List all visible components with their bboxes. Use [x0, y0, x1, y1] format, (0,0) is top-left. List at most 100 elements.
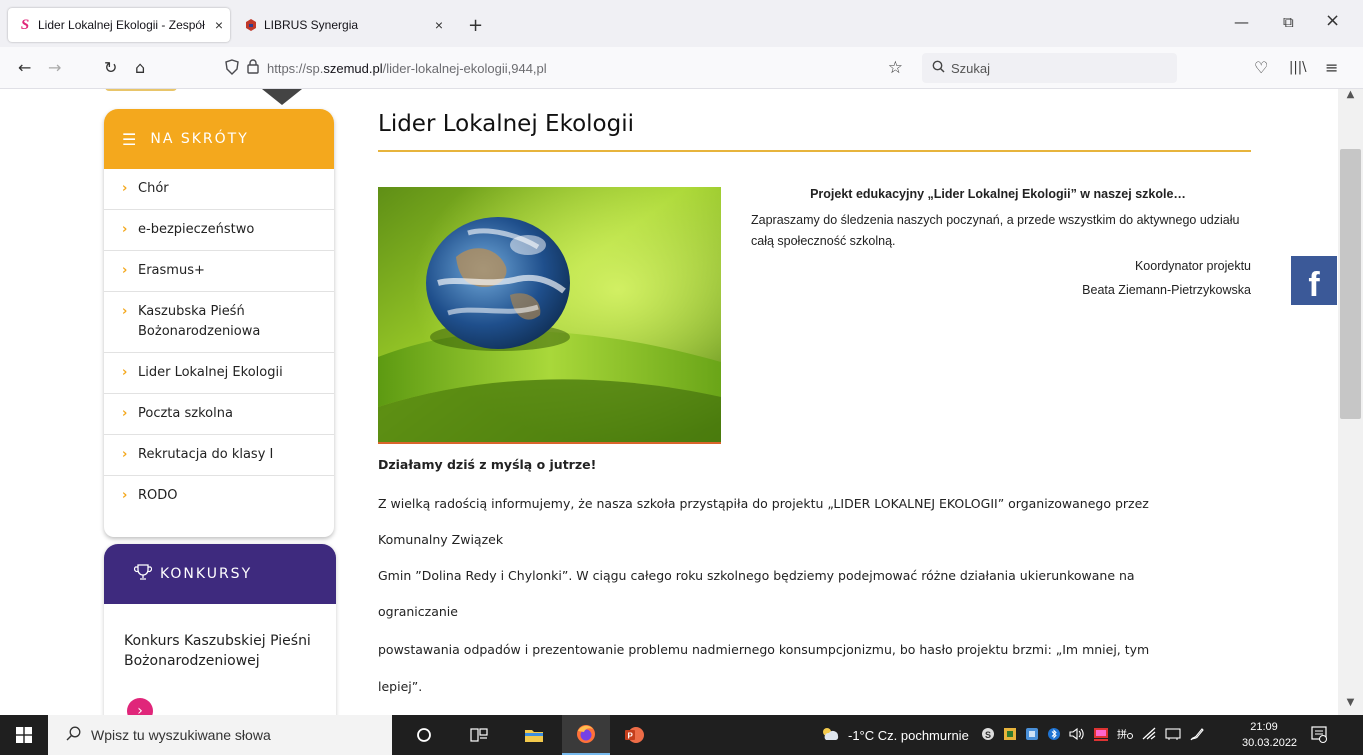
new-tab-button[interactable]: + — [468, 15, 483, 36]
shortcut-label[interactable]: Rekrutacja do klasy I — [138, 445, 273, 465]
chevron-right-icon: › — [122, 365, 128, 380]
reload-icon[interactable]: ↻ — [104, 58, 117, 77]
contests-card: KONKURSY Konkurs Kaszubskiej Pieśni Bożo… — [104, 544, 336, 715]
shortcuts-header: ☰ NA SKRÓTY — [104, 109, 334, 169]
scroll-thumb[interactable] — [1340, 149, 1361, 419]
shortcut-item-erasmus[interactable]: › Erasmus+ — [104, 251, 334, 292]
windows-start-icon[interactable] — [0, 715, 48, 755]
shortcut-item-lider-lokalnej-ekologii[interactable]: › Lider Lokalnej Ekologii — [104, 353, 334, 394]
shortcuts-card: ☰ NA SKRÓTY › Chór › e-bezpieczeństwo › Era… — [104, 109, 334, 537]
logo-decoration — [262, 89, 302, 105]
notifications-icon[interactable] — [1310, 725, 1328, 748]
wifi-icon[interactable] — [1141, 727, 1157, 744]
shortcut-label[interactable]: e-bezpieczeństwo — [138, 220, 254, 240]
contests-header: KONKURSY — [104, 544, 336, 604]
intro-body: Zapraszamy do śledzenia naszych poczynań… — [751, 213, 1240, 248]
tab-close-icon[interactable]: × — [208, 17, 230, 33]
shortcut-label[interactable]: Kaszubska Pieśń Bożonarodzeniowa — [138, 302, 278, 342]
chevron-right-icon: › — [122, 447, 128, 462]
taskbar-search-placeholder: Wpisz tu wyszukiwane słowa — [91, 727, 271, 743]
chevron-right-icon: › — [122, 488, 128, 503]
intro-headline: Projekt edukacyjny „Lider Lokalnej Ekolo… — [810, 187, 1186, 201]
trophy-icon — [133, 563, 153, 585]
shortcut-label[interactable]: Poczta szkolna — [138, 404, 233, 424]
keyboard-icon[interactable] — [1165, 727, 1181, 744]
forward-icon[interactable]: → — [48, 58, 61, 77]
scroll-down-icon[interactable]: ▼ — [1338, 697, 1363, 713]
bookmark-star-icon[interactable]: ☆ — [888, 58, 903, 78]
paragraph-line: Gmin ”Dolina Redy i Chylonki”. W ciągu c… — [378, 568, 1135, 583]
input-language-icon[interactable]: 拼 — [1117, 727, 1133, 744]
cortana-icon[interactable] — [400, 715, 448, 755]
chevron-right-icon: › — [122, 222, 128, 237]
volume-icon[interactable] — [1069, 727, 1085, 744]
search-field[interactable]: Szukaj — [922, 53, 1177, 83]
coordinator-name: Beata Ziemann-Pietrzykowska — [1082, 283, 1251, 297]
close-window-icon[interactable]: × — [1325, 10, 1340, 31]
lock-icon[interactable] — [247, 59, 259, 77]
task-view-icon[interactable] — [455, 715, 503, 755]
search-placeholder: Szukaj — [951, 60, 991, 76]
file-explorer-icon[interactable] — [510, 715, 558, 755]
page-title: Lider Lokalnej Ekologii — [378, 111, 634, 137]
tab-lider-lokalnej-ekologii[interactable]: S Lider Lokalnej Ekologii - Zespół × — [8, 8, 230, 42]
url-host: szemud.pl — [323, 60, 383, 76]
pocket-icon[interactable]: ♡ — [1254, 58, 1268, 77]
shortcut-label[interactable]: Chór — [138, 179, 169, 199]
tray-app-icon[interactable] — [1003, 727, 1017, 744]
tab-title: Lider Lokalnej Ekologii - Zespół — [38, 18, 205, 32]
clock-time: 21:09 — [1250, 721, 1278, 733]
facebook-icon[interactable]: f — [1291, 256, 1337, 305]
pen-icon[interactable] — [1189, 727, 1205, 744]
weather-icon[interactable] — [820, 726, 840, 745]
web-page: ☰ NA SKRÓTY › Chór › e-bezpieczeństwo › Era… — [0, 89, 1363, 715]
paragraph-line: powstawania odpadów i prezentowanie prob… — [378, 642, 1150, 657]
taskbar-search-field[interactable]: Wpisz tu wyszukiwane słowa — [48, 715, 392, 755]
home-icon[interactable]: ⌂ — [135, 58, 145, 77]
school-logo[interactable] — [105, 89, 177, 91]
slogan-text: Działamy dziś z myślą o jutrze! — [378, 457, 597, 472]
shortcut-item-rodo[interactable]: › RODO — [104, 476, 334, 516]
contests-title: KONKURSY — [160, 566, 253, 582]
shortcut-item-poczta-szkolna[interactable]: › Poczta szkolna — [104, 394, 334, 435]
contest-item-title[interactable]: Konkurs Kaszubskiej Pieśni Bożonarodzeni… — [104, 604, 336, 671]
weather-text[interactable]: -1°C Cz. pochmurnie — [848, 728, 969, 743]
alert-app-icon[interactable] — [1093, 727, 1109, 744]
shortcut-label[interactable]: Erasmus+ — [138, 261, 205, 281]
back-icon[interactable]: ← — [18, 58, 31, 77]
bluetooth-icon[interactable] — [1047, 727, 1061, 744]
powerpoint-icon[interactable]: P — [610, 715, 658, 755]
shortcut-item-e-bezpieczenstwo[interactable]: › e-bezpieczeństwo — [104, 210, 334, 251]
chevron-right-icon: › — [122, 181, 128, 196]
svg-text:P: P — [628, 732, 634, 741]
paragraph-line: ograniczanie — [378, 604, 458, 619]
librus-favicon-icon — [244, 18, 258, 32]
restore-icon[interactable]: ⧉ — [1283, 13, 1294, 31]
library-icon[interactable]: |||\ — [1289, 60, 1307, 75]
minimize-icon[interactable]: — — [1234, 13, 1249, 31]
shortcut-label[interactable]: RODO — [138, 486, 178, 506]
scroll-up-icon[interactable]: ▲ — [1338, 89, 1363, 105]
chevron-right-icon: › — [122, 406, 128, 421]
paragraph-line: Z wielką radością informujemy, że nasza … — [378, 496, 1149, 511]
page-scrollbar[interactable]: ▲ ▼ — [1338, 89, 1363, 715]
shortcut-label[interactable]: Lider Lokalnej Ekologii — [138, 363, 283, 383]
tracking-shield-icon[interactable] — [225, 58, 239, 78]
system-tray: -1°C Cz. pochmurnie S 拼 — [820, 715, 1205, 755]
tab-title: LIBRUS Synergia — [264, 18, 359, 32]
menu-icon[interactable]: ≡ — [1325, 58, 1338, 77]
skype-icon[interactable]: S — [981, 727, 995, 744]
search-icon — [66, 726, 81, 744]
url-path: /lider-lokalnej-ekologii,944,pl — [382, 60, 547, 76]
title-divider — [378, 150, 1251, 152]
windows-taskbar: Wpisz tu wyszukiwane słowa P -1°C Cz. po… — [0, 715, 1363, 755]
shortcut-item-chor[interactable]: › Chór — [104, 169, 334, 210]
tab-librus-synergia[interactable]: LIBRUS Synergia × — [234, 8, 456, 42]
taskbar-clock[interactable]: 21:09 30.03.2022 — [1242, 719, 1297, 751]
tab-close-icon[interactable]: × — [428, 17, 450, 33]
firefox-icon[interactable] — [562, 715, 610, 755]
shortcut-item-rekrutacja[interactable]: › Rekrutacja do klasy I — [104, 435, 334, 476]
url-bar[interactable]: https://sp. szemud.pl/lider-lokalnej-ekol… — [225, 53, 915, 83]
shortcut-item-kaszubska-piesn[interactable]: › Kaszubska Pieśń Bożonarodzeniowa — [104, 292, 334, 353]
tray-network-app-icon[interactable] — [1025, 727, 1039, 744]
